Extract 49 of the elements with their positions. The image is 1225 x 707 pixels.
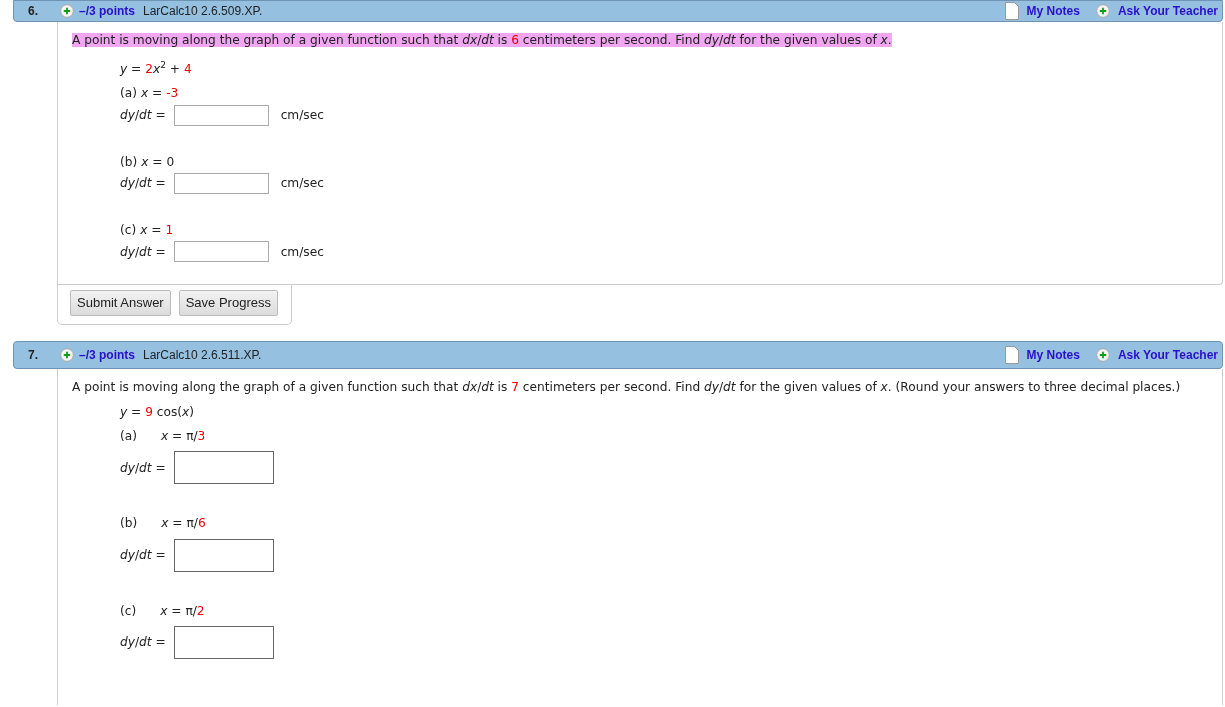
part-label: (a)	[120, 85, 137, 103]
submit-button[interactable]: Submit Answer	[70, 290, 171, 316]
answer-label: dy/dt =	[120, 243, 166, 261]
question-number: 7.	[27, 346, 39, 364]
answer-label: dy/dt =	[120, 175, 166, 193]
question-prompt: A point is moving along the graph of a given function such that dx/dt is 7 centimeters per second. Find dy/dt for the given values of x. (Round your answers to three decimal places.)	[72, 379, 1181, 394]
answer-field[interactable]	[173, 625, 274, 659]
plus-icon[interactable]	[1095, 347, 1110, 362]
question-code: LarCalc10 2.6.511.XP.	[143, 346, 262, 364]
equation: y = 9 cos(x)	[120, 403, 195, 421]
unit-label: cm/sec	[280, 243, 324, 261]
part-value: x = π/3	[161, 428, 206, 445]
plus-icon[interactable]	[1095, 4, 1110, 18]
answer-field[interactable]	[173, 451, 274, 485]
note-icon[interactable]	[1004, 345, 1019, 364]
points-link[interactable]: –/3 points	[79, 2, 135, 20]
save-button[interactable]: Save Progress	[178, 290, 278, 316]
part-value: x = π/2	[160, 602, 205, 620]
question-prompt: A point is moving along the graph of a given function such that dx/dt is 6 centimeters per second. Find dy/dt for the given values of x.	[72, 33, 892, 47]
unit-label: cm/sec	[280, 175, 324, 193]
part-value: x = -3	[141, 85, 179, 103]
answer-field[interactable]	[173, 538, 274, 572]
part-label: (c)	[120, 602, 137, 620]
answer-label: dy/dt =	[120, 106, 166, 124]
points-link[interactable]: –/3 points	[79, 345, 135, 364]
equation: y = 2x$^{2}$ + 4	[120, 60, 192, 78]
part-value: x = π/6	[161, 515, 206, 533]
question-number: 6.	[27, 3, 39, 20]
part-value: x = 0	[141, 153, 175, 171]
answer-field[interactable]	[173, 172, 269, 194]
part-label: (a)	[120, 428, 137, 445]
question-code: LarCalc10 2.6.509.XP.	[143, 3, 263, 20]
my-notes-link[interactable]: My Notes	[1026, 345, 1080, 364]
part-label: (c)	[120, 221, 137, 239]
my-notes-link[interactable]: My Notes	[1026, 2, 1080, 20]
note-icon[interactable]	[1004, 2, 1019, 20]
answer-field[interactable]	[173, 104, 269, 126]
ask-teacher-link[interactable]: Ask Your Teacher	[1117, 2, 1218, 20]
answer-label: dy/dt =	[120, 459, 166, 477]
answer-label: dy/dt =	[120, 634, 166, 652]
unit-label: cm/sec	[280, 106, 324, 124]
part-label: (b)	[120, 153, 138, 171]
answer-label: dy/dt =	[120, 546, 166, 564]
ask-teacher-link[interactable]: Ask Your Teacher	[1117, 345, 1218, 364]
plus-icon[interactable]	[60, 4, 74, 18]
part-value: x = 1	[140, 221, 174, 239]
part-label: (b)	[120, 515, 138, 533]
answer-field[interactable]	[173, 241, 269, 263]
plus-icon[interactable]	[60, 347, 74, 362]
